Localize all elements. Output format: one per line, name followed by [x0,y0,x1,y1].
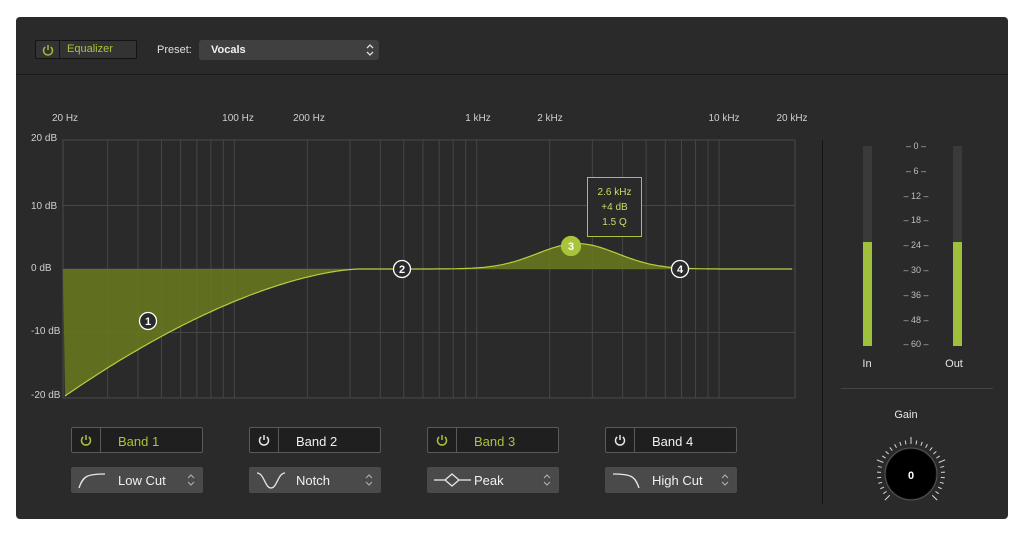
band-2-label: Band 2 [296,434,338,449]
panel-divider [822,140,823,504]
node-label: 1 [145,316,151,328]
node-label: 3 [568,241,574,253]
separator [100,428,101,452]
knob-tick [929,447,933,451]
meter-scale-mark: – 24 – [903,240,929,251]
knob-tick [925,444,928,448]
meter-scale-mark: – 6 – [905,165,927,176]
knob-tick [878,481,883,484]
band-2-power-button[interactable]: Band 2 [249,427,381,453]
band-3-label: Band 3 [474,434,516,449]
knob-tick [884,494,891,501]
output-meter [953,146,962,346]
gain-value: 0 [907,470,915,482]
band-1-label: Band 1 [118,434,160,449]
high-cut-icon [612,473,640,489]
power-icon [258,435,270,446]
knob-tick [940,465,945,468]
separator [456,428,457,452]
band-1-power-button[interactable]: Band 1 [71,427,203,453]
band-3-type: Peak [474,473,504,488]
band-2-type-select[interactable]: Notch [249,467,381,493]
input-meter [863,146,872,346]
knob-tick [899,441,902,446]
power-icon [436,435,448,446]
meter-scale-mark: – 0 – [905,141,927,151]
up-down-arrows-icon [187,474,195,486]
knob-tick [933,450,937,455]
up-down-arrows-icon [721,474,729,486]
power-icon [80,435,92,446]
knob-tick [938,459,946,463]
band-node-4[interactable]: 4 [670,259,690,279]
band-3-type-select[interactable]: Peak [427,467,559,493]
knob-tick [881,455,886,459]
separator [278,428,279,452]
separator [634,428,635,452]
meter-scale-mark: – 60 – [903,339,929,350]
tooltip-gain: +4 dB [601,202,628,213]
peak-icon [434,473,471,487]
band-node-2[interactable]: 2 [392,259,412,279]
gain-divider [841,388,993,389]
power-icon [614,435,626,446]
band-2-type: Notch [296,473,330,488]
low-cut-icon [78,473,106,489]
band-4-label: Band 4 [652,434,694,449]
knob-tick [894,444,897,448]
knob-tick [880,486,885,490]
band-1-type-select[interactable]: Low Cut [71,467,203,493]
knob-tick [882,490,887,495]
band-4-type: High Cut [652,473,703,488]
input-meter-fill [863,242,872,346]
knob-tick [885,450,889,455]
knob-tick [931,494,938,501]
up-down-arrows-icon [365,474,373,486]
knob-tick [904,440,907,445]
tooltip-freq: 2.6 kHz [597,187,632,198]
band-node-3[interactable]: 3 [560,235,582,257]
up-down-arrows-icon [543,474,551,486]
knob-tick [889,447,893,451]
meter-scale-mark: – 30 – [903,265,929,275]
band-1-type: Low Cut [118,473,166,488]
knob-tick [920,441,923,446]
notch-icon [256,472,286,489]
input-meter-label: In [862,358,872,370]
band-4-type-select[interactable]: High Cut [605,467,737,493]
meter-scale-mark: – 36 – [903,289,929,300]
knob-tick [937,486,942,490]
knob-tick [877,465,882,468]
gain-label: Gain [894,409,918,421]
band-4-power-button[interactable]: Band 4 [605,427,737,453]
output-meter-fill [953,242,962,346]
knob-tick [936,455,941,459]
band-3-power-button[interactable]: Band 3 [427,427,559,453]
knob-tick [935,490,940,495]
meter-scale-mark: – 48 – [903,314,929,325]
node-label: 2 [399,264,405,276]
tooltip-q: 1.5 Q [602,217,627,228]
knob-tick [939,481,944,484]
band-tooltip: 2.6 kHz +4 dB 1.5 Q [587,177,642,237]
knob-tick [915,440,918,445]
meter-scale-mark: – 18 – [903,215,929,226]
meter-scale-mark: – 12 – [903,190,929,201]
band-node-1[interactable]: 1 [138,311,158,331]
node-label: 4 [677,264,684,276]
output-meter-label: Out [945,358,963,370]
knob-tick [876,459,884,463]
